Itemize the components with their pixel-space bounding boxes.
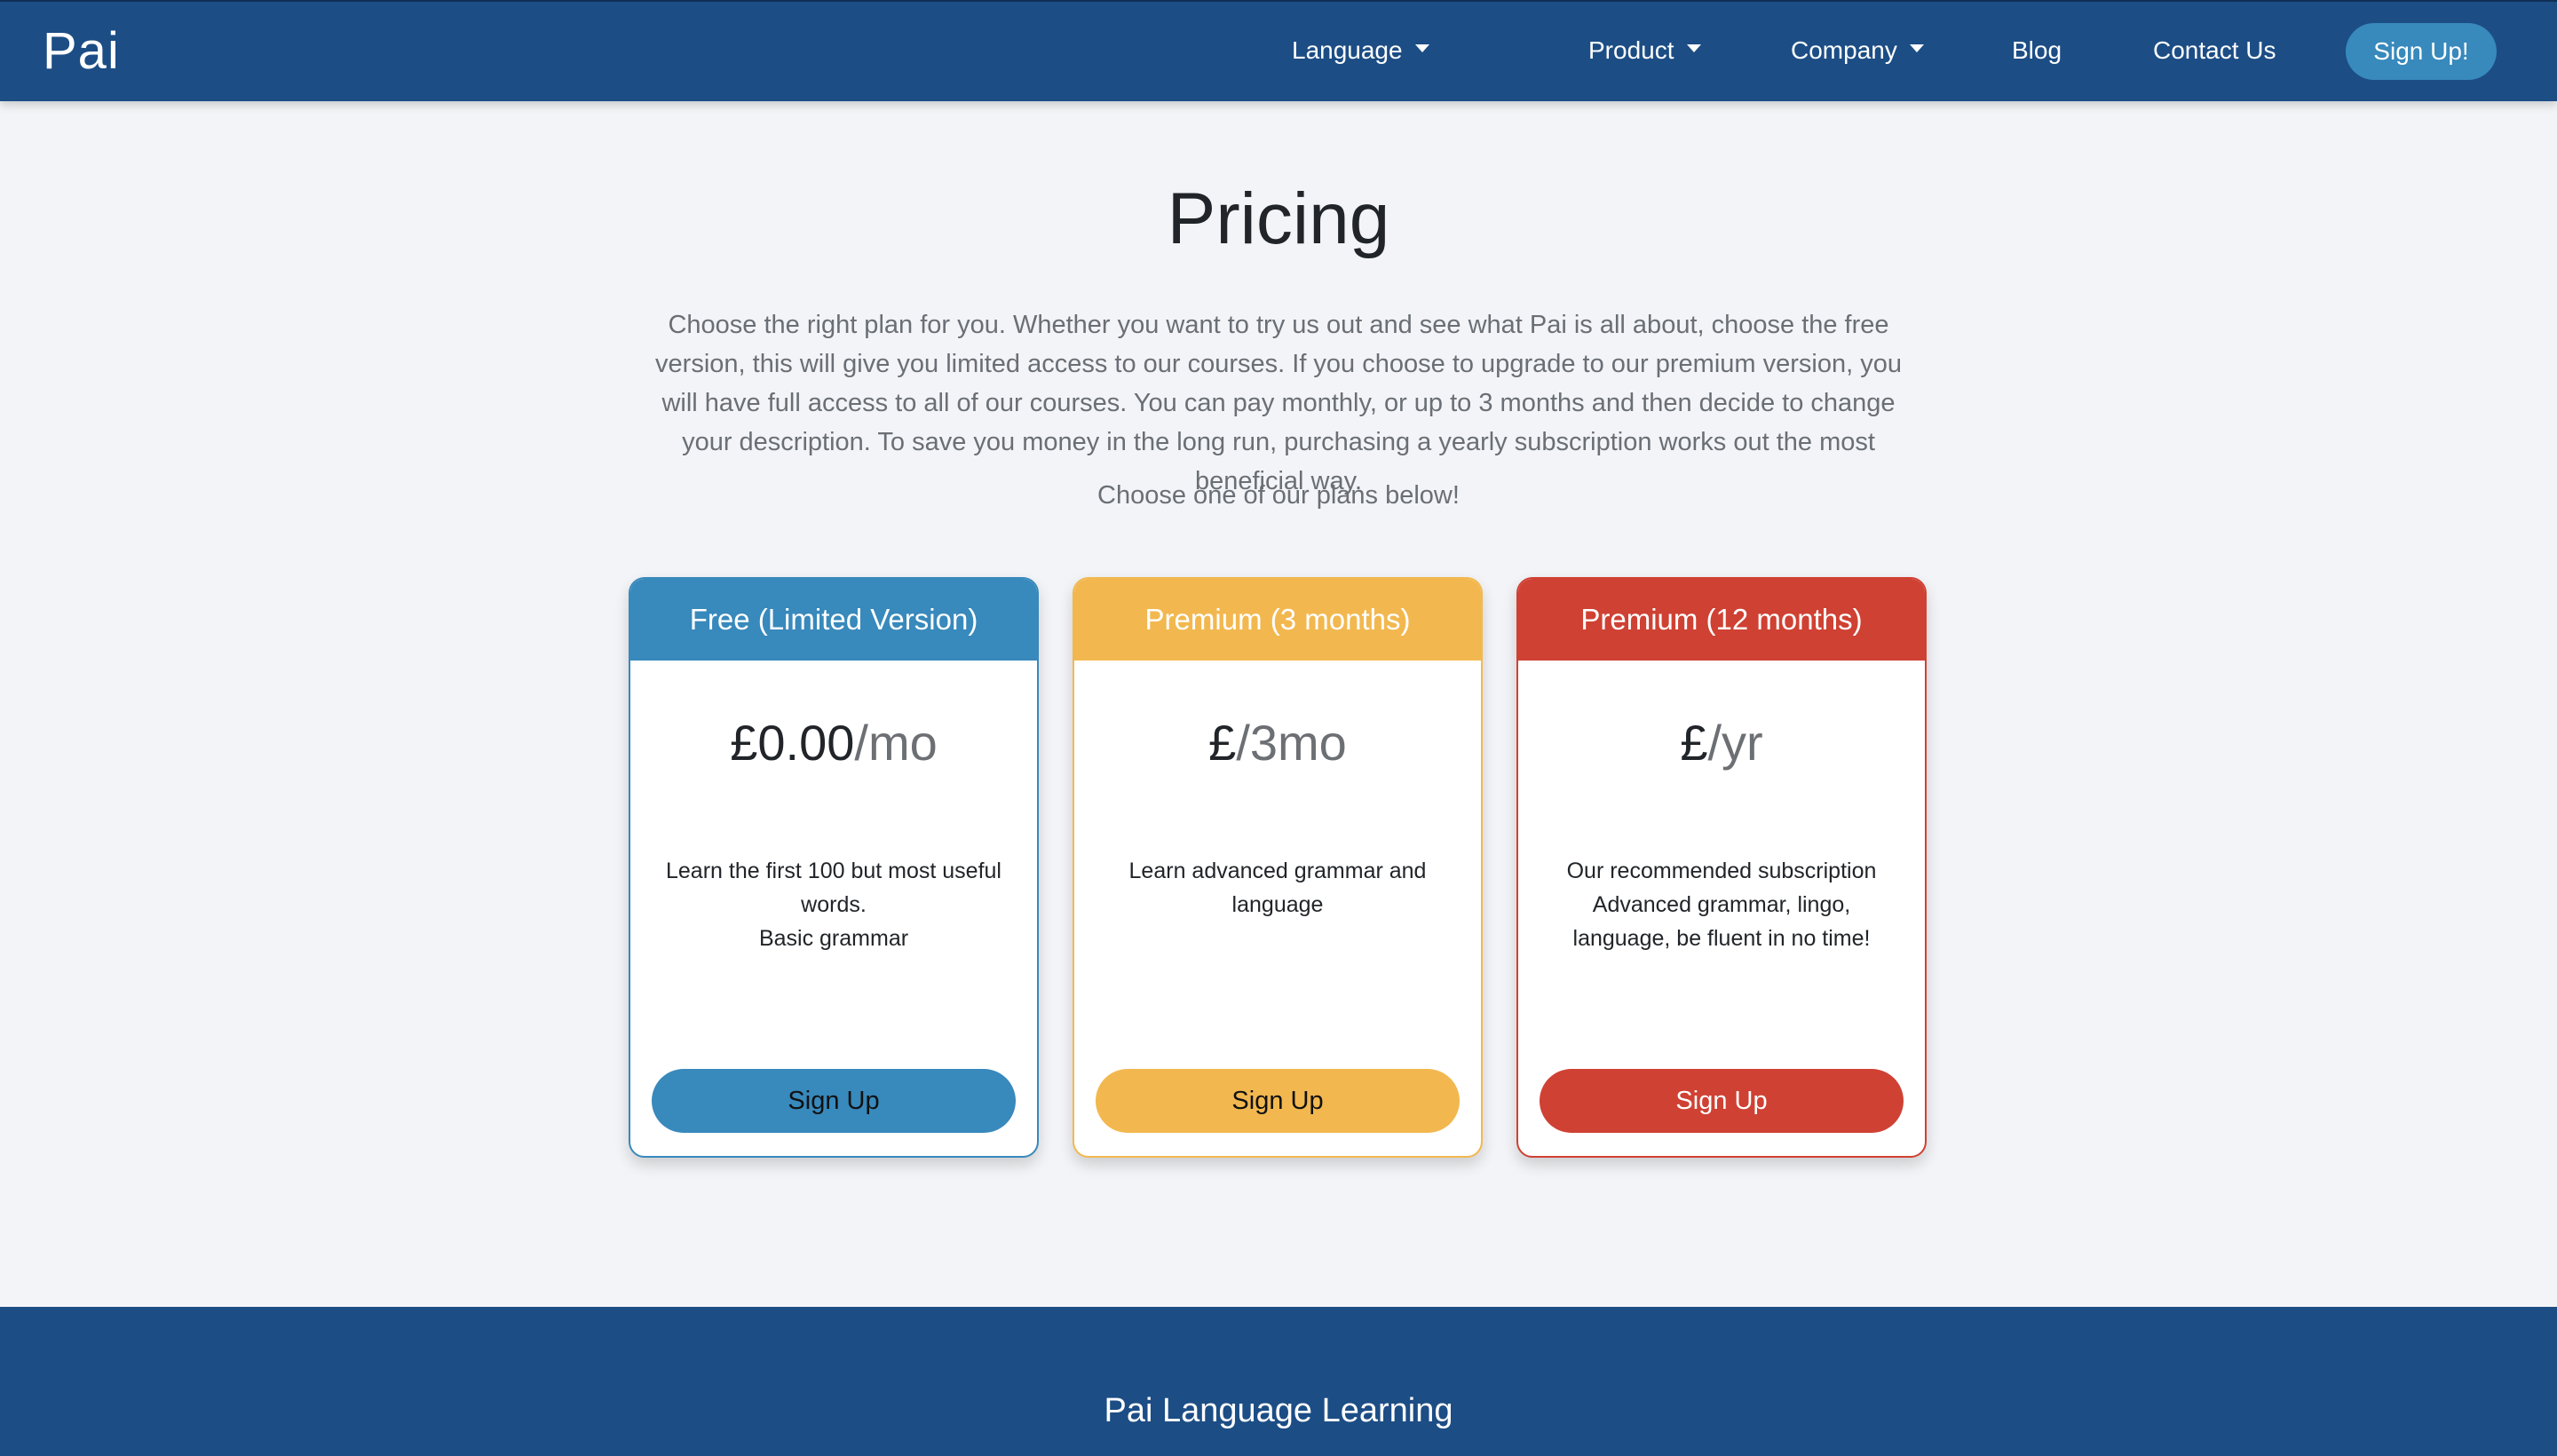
plan-title: Free (Limited Version) [689,603,978,636]
nav-blog-link[interactable]: Blog [2012,2,2062,99]
caret-down-icon [1686,44,1701,52]
plan-feature: Basic grammar [758,926,909,951]
price-amount: £ [1680,715,1708,771]
signup-button[interactable]: Sign Up! [2346,23,2497,80]
choose-plan-text: Choose one of our plans below! [1097,481,1460,510]
plan-description: Learn the first 100 but most useful word… [657,854,1010,955]
nav-language-label: Language [1292,36,1403,64]
price-amount: £0.00 [730,715,855,771]
nav-contact-link[interactable]: Contact Us [2153,2,2276,99]
plan-price: £/yr [1518,714,1925,772]
plan-feature: Learn the first 100 but most useful word… [666,859,1001,917]
plan-signup-button[interactable]: Sign Up [1096,1069,1460,1133]
plan-card-premium-12-months: Premium (12 months) £/yr Our recommended… [1516,577,1927,1158]
nav-company-dropdown[interactable]: Company [1791,2,1924,99]
footer-title: Pai Language Learning [1104,1392,1453,1429]
price-amount: £ [1208,715,1237,771]
plan-feature: Learn advanced grammar and language [1128,859,1427,917]
price-period: /yr [1707,715,1763,771]
plan-card-free: Free (Limited Version) £0.00/mo Learn th… [629,577,1039,1158]
page-title: Pricing [1167,178,1390,259]
plan-signup-button[interactable]: Sign Up [652,1069,1016,1133]
price-period: /mo [854,715,938,771]
pricing-intro-text: Choose the right plan for you. Whether y… [655,311,1902,495]
plan-price: £0.00/mo [630,714,1037,772]
plan-card-header: Free (Limited Version) [630,579,1037,661]
plan-description: Learn advanced grammar and language [1101,854,1454,922]
price-period: /3mo [1236,715,1347,771]
nav-language-dropdown[interactable]: Language [1292,2,1429,99]
top-navbar: Pai Language Product Company Blog Contac… [0,0,2557,101]
pai-logo[interactable]: Pai [43,22,120,80]
footer: Pai Language Learning [0,1307,2557,1456]
nav-product-label: Product [1588,36,1674,64]
nav-product-dropdown[interactable]: Product [1588,2,1701,99]
plan-card-header: Premium (3 months) [1074,579,1481,661]
plan-title: Premium (3 months) [1144,603,1411,636]
plan-feature: Advanced grammar, lingo, language, be fl… [1572,892,1871,951]
plan-card-premium-3-months: Premium (3 months) £/3mo Learn advanced … [1073,577,1483,1158]
plan-price: £/3mo [1074,714,1481,772]
plan-feature: Our recommended subscription [1566,859,1877,883]
caret-down-icon [1909,44,1924,52]
caret-down-icon [1414,44,1429,52]
nav-company-label: Company [1791,36,1897,64]
plan-signup-button[interactable]: Sign Up [1540,1069,1904,1133]
plan-description: Our recommended subscription Advanced gr… [1545,854,1898,955]
plan-title: Premium (12 months) [1580,603,1863,636]
plan-card-header: Premium (12 months) [1518,579,1925,661]
